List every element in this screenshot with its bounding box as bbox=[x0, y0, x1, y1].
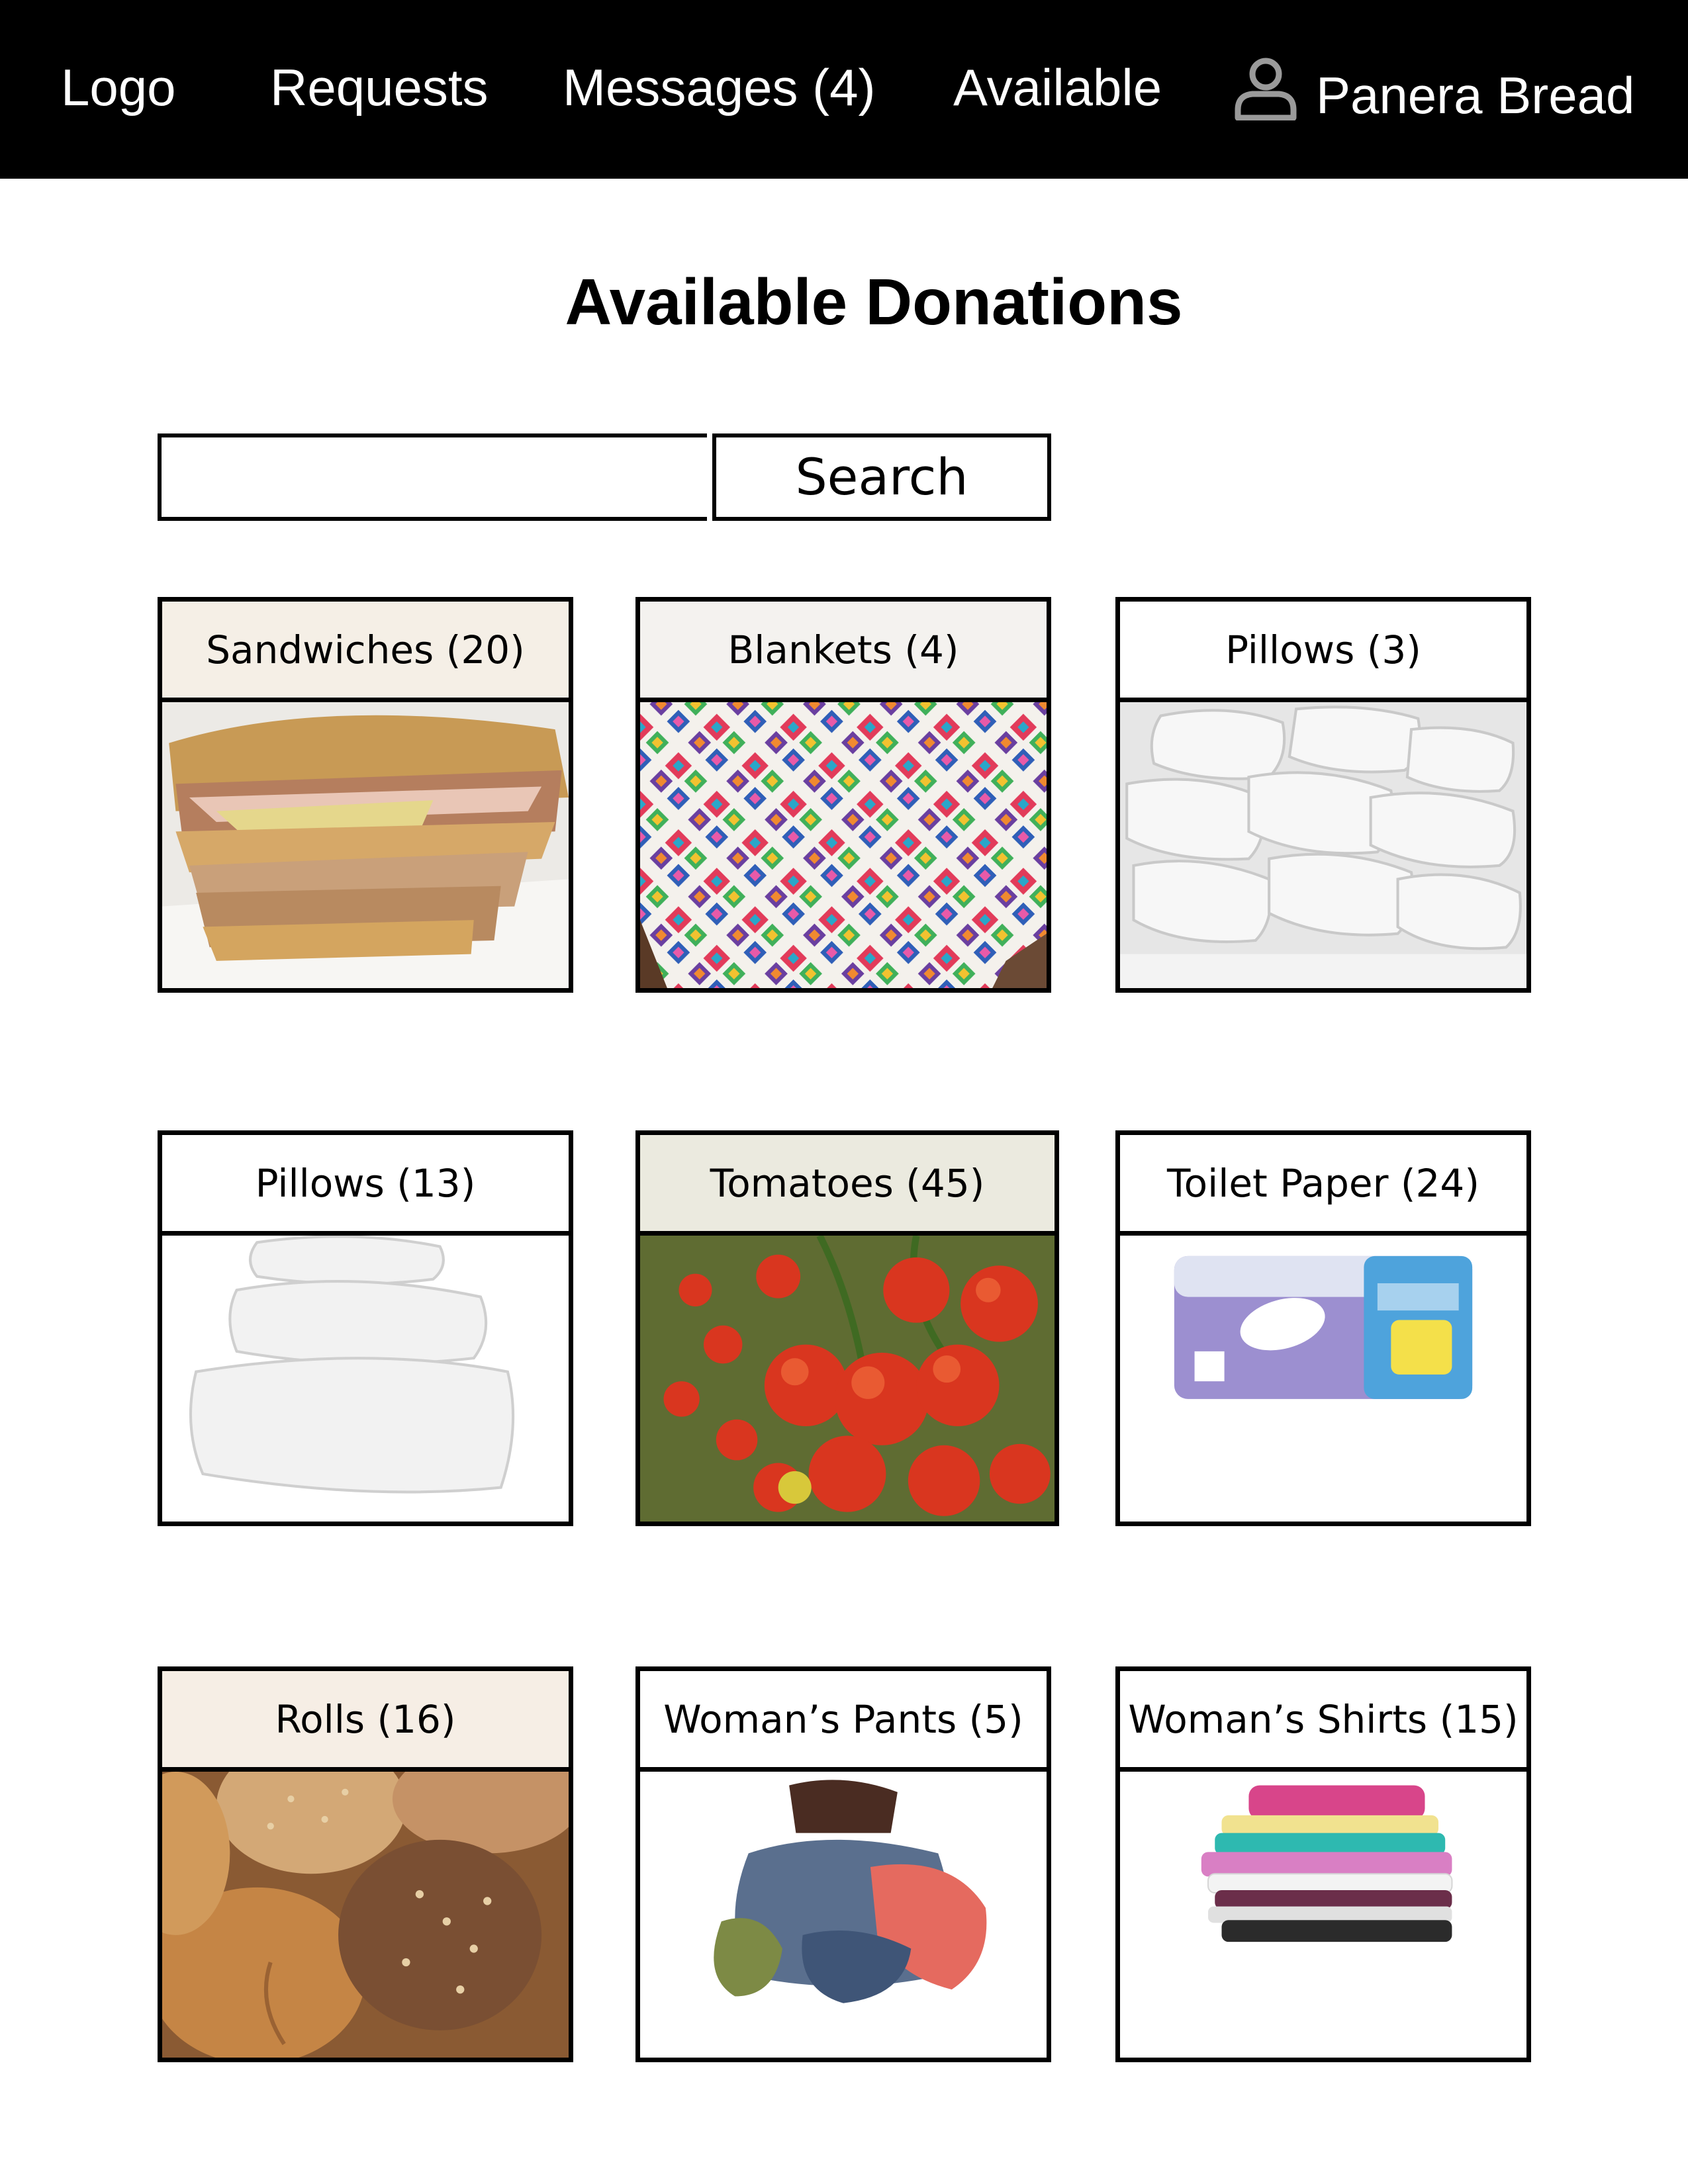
nav-messages-link[interactable]: Messages (4) bbox=[563, 54, 876, 120]
account-menu[interactable]: Panera Bread bbox=[1233, 54, 1634, 136]
donation-card-label: Rolls (16) bbox=[162, 1671, 569, 1772]
blanket-image bbox=[640, 702, 1047, 988]
donation-card-tomatoes[interactable]: Tomatoes (45) bbox=[635, 1130, 1059, 1526]
donation-card-sandwiches[interactable]: Sandwiches (20) bbox=[158, 597, 573, 993]
donation-card-toilet-paper[interactable]: Toilet Paper (24) bbox=[1115, 1130, 1531, 1526]
donation-card-rolls[interactable]: Rolls (16) bbox=[158, 1666, 573, 2062]
toilet-paper-image bbox=[1120, 1236, 1526, 1522]
donation-card-label: Woman’s Pants (5) bbox=[640, 1671, 1047, 1772]
pants-pile-image bbox=[640, 1772, 1047, 2058]
search-button[interactable]: Search bbox=[712, 433, 1051, 521]
tomatoes-image bbox=[640, 1236, 1055, 1522]
folded-shirts-image bbox=[1120, 1772, 1526, 2058]
donation-card-pillows-13[interactable]: Pillows (13) bbox=[158, 1130, 573, 1526]
donation-card-womans-shirts[interactable]: Woman’s Shirts (15) bbox=[1115, 1666, 1531, 2062]
nav-requests-link[interactable]: Requests bbox=[270, 54, 489, 120]
donation-card-blankets[interactable]: Blankets (4) bbox=[635, 597, 1051, 993]
donation-card-label: Tomatoes (45) bbox=[640, 1135, 1055, 1236]
donation-card-label: Woman’s Shirts (15) bbox=[1120, 1671, 1526, 1772]
logo-link[interactable]: Logo bbox=[61, 54, 176, 120]
donation-card-label: Pillows (3) bbox=[1120, 602, 1526, 702]
page-title: Available Donations bbox=[565, 265, 1183, 338]
top-navigation-bar: Logo Requests Messages (4) Available Pan… bbox=[0, 0, 1688, 179]
donation-card-label: Blankets (4) bbox=[640, 602, 1047, 702]
donation-card-pillows-3[interactable]: Pillows (3) bbox=[1115, 597, 1531, 993]
donation-card-label: Sandwiches (20) bbox=[162, 602, 569, 702]
donation-card-womans-pants[interactable]: Woman’s Pants (5) bbox=[635, 1666, 1051, 2062]
search-input[interactable] bbox=[158, 433, 707, 521]
account-name: Panera Bread bbox=[1316, 66, 1635, 124]
donation-card-label: Pillows (13) bbox=[162, 1135, 569, 1236]
pillow-pile-image bbox=[1120, 702, 1526, 988]
bread-rolls-image bbox=[162, 1772, 569, 2058]
user-icon bbox=[1233, 54, 1316, 136]
sandwich-image bbox=[162, 702, 569, 988]
donation-card-label: Toilet Paper (24) bbox=[1120, 1135, 1526, 1236]
nav-available-link[interactable]: Available bbox=[953, 54, 1162, 120]
pillow-stack-image bbox=[162, 1236, 569, 1522]
